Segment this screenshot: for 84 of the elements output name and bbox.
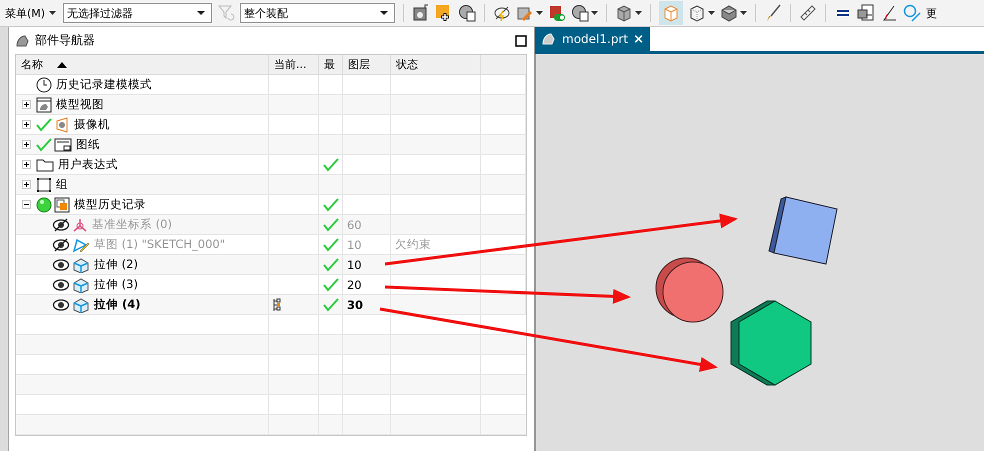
row-label: 历史记录建模模式 xyxy=(56,77,152,92)
cube-icon[interactable] xyxy=(615,4,634,22)
row-label: 基准坐标系 (0) xyxy=(92,217,172,232)
sort-icon xyxy=(56,62,67,68)
sheet-icon xyxy=(54,136,72,152)
sketch-icon xyxy=(72,236,90,252)
extrude-icon xyxy=(72,276,90,292)
layer-value: 20 xyxy=(346,278,362,292)
row-label: 拉伸 (2) xyxy=(94,257,138,272)
layer-value: 60 xyxy=(346,218,362,232)
angle-icon[interactable] xyxy=(880,4,898,22)
expand-icon[interactable] xyxy=(22,160,31,169)
tree-row[interactable]: 图纸 xyxy=(16,135,526,155)
column-header[interactable]: 状态 xyxy=(390,55,481,74)
row-label: 拉伸 (3) xyxy=(94,277,138,292)
row-label: 模型视图 xyxy=(56,97,104,112)
caret-icon xyxy=(49,11,56,15)
expand-icon[interactable] xyxy=(22,140,31,149)
row-label: 模型历史记录 xyxy=(74,197,146,212)
extrude-icon xyxy=(72,296,90,312)
layer-value: 10 xyxy=(346,258,362,272)
caret-icon xyxy=(197,11,206,15)
check-icon[interactable] xyxy=(36,138,52,152)
tree-row[interactable]: 模型视图 xyxy=(16,95,526,115)
camera-icon xyxy=(54,116,70,132)
row-label: 拉伸 (4) xyxy=(94,297,141,312)
expand-icon[interactable] xyxy=(22,180,31,189)
cube-icon xyxy=(662,4,680,22)
row-label: 图纸 xyxy=(76,137,100,152)
column-header[interactable]: 名称 xyxy=(16,55,269,74)
layer-value: 30 xyxy=(346,298,363,312)
panel-title: 部件导航器 xyxy=(34,32,95,49)
collapse-icon[interactable] xyxy=(22,200,31,209)
wireframe-icon[interactable] xyxy=(688,4,706,22)
filter-dropdown[interactable]: 无选择过滤器 xyxy=(63,3,212,23)
caret-icon[interactable] xyxy=(740,11,748,15)
hidden-eye-icon[interactable] xyxy=(52,218,70,232)
expand-icon[interactable] xyxy=(22,120,31,129)
datum-icon xyxy=(72,216,88,232)
caret-icon[interactable] xyxy=(635,11,642,15)
caret-icon xyxy=(380,11,388,15)
file-tab[interactable]: model1.prt × xyxy=(535,27,650,51)
status-ball-icon xyxy=(36,196,52,212)
group-icon xyxy=(36,176,52,192)
toggle-icon[interactable] xyxy=(548,4,566,22)
status-value: 欠约束 xyxy=(394,237,431,252)
cube-shape xyxy=(768,196,838,265)
column-header[interactable]: 当前... xyxy=(268,55,319,74)
tree-row[interactable]: 组 xyxy=(16,175,526,195)
check-icon[interactable] xyxy=(36,118,52,132)
eye-icon[interactable] xyxy=(52,298,70,312)
caret-icon[interactable] xyxy=(536,11,544,15)
hide-icon[interactable] xyxy=(493,4,512,22)
view-icon xyxy=(36,96,52,112)
column-header[interactable]: 图层 xyxy=(342,55,391,74)
eye-icon[interactable] xyxy=(52,278,70,292)
extrude-icon xyxy=(72,256,90,272)
tree-row[interactable]: 拉伸 (2) 10 xyxy=(16,255,526,275)
caret-icon[interactable] xyxy=(708,11,716,15)
clock-icon xyxy=(36,76,52,92)
row-label: 草图 (1) "SKETCH_000" xyxy=(94,237,225,252)
caret-icon[interactable] xyxy=(591,11,598,15)
row-label: 用户表达式 xyxy=(58,157,118,172)
maximize-icon[interactable] xyxy=(515,34,527,46)
scope-dropdown[interactable]: 整个装配 xyxy=(240,3,396,23)
menu-button[interactable]: 菜单(M) xyxy=(3,6,58,20)
update-label[interactable]: 更 xyxy=(926,6,938,20)
ruler-icon[interactable] xyxy=(799,4,818,22)
expand-icon[interactable] xyxy=(22,100,31,109)
eye-icon[interactable] xyxy=(52,258,70,272)
cube-icon[interactable] xyxy=(720,4,738,22)
tree-row[interactable]: 拉伸 (4) 30 xyxy=(16,295,526,315)
hidden-eye-icon[interactable] xyxy=(52,238,70,252)
layer-value: 10 xyxy=(346,238,362,252)
view-icon[interactable] xyxy=(571,4,590,22)
column-header[interactable]: 最 xyxy=(318,55,343,74)
row-label: 摄像机 xyxy=(74,117,110,132)
circle-line-icon[interactable] xyxy=(903,4,922,22)
history-icon xyxy=(54,196,70,212)
cylinder-shape xyxy=(656,258,724,322)
close-button[interactable]: × xyxy=(633,32,644,46)
row-label: 组 xyxy=(56,177,68,192)
view-icon[interactable] xyxy=(458,4,476,22)
camera-icon[interactable] xyxy=(412,4,430,22)
